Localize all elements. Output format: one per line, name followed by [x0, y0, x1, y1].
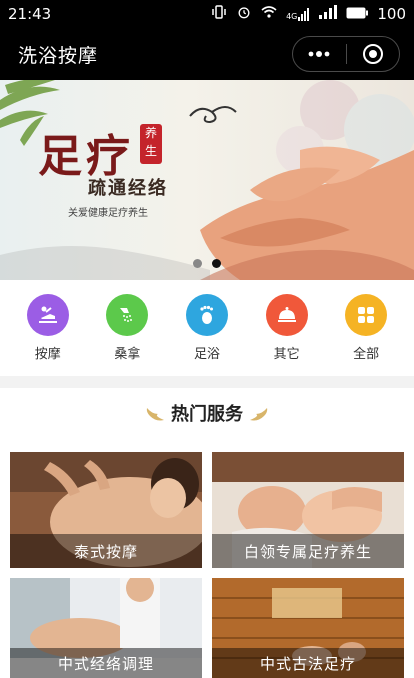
category-label: 桑拿: [114, 347, 141, 362]
hot-services-title: 热门服务: [171, 404, 243, 425]
battery-level: 100: [377, 5, 406, 23]
target-close-icon: [362, 44, 383, 64]
massage-icon: [26, 294, 69, 336]
category-label: 全部: [353, 347, 380, 362]
wifi-icon: [261, 5, 277, 23]
banner-tag: 养生: [140, 124, 162, 164]
more-dots-icon: [308, 51, 330, 57]
category-label: 按摩: [34, 347, 61, 362]
service-card-ancient-foot[interactable]: 中式古法足疗: [212, 578, 404, 678]
carousel-dot-1[interactable]: [193, 259, 202, 268]
sauna-shower-icon: [106, 294, 149, 336]
category-grid: 按摩 桑拿 足浴 其它 全部: [0, 280, 414, 376]
category-label: 其它: [273, 347, 300, 362]
category-label: 足浴: [193, 347, 220, 362]
status-time: 21:43: [8, 5, 52, 23]
category-item-other[interactable]: 其它: [255, 294, 319, 362]
status-bar: 21:43 4G 100: [0, 0, 414, 28]
category-item-all[interactable]: 全部: [334, 294, 398, 362]
category-item-foot-bath[interactable]: 足浴: [175, 294, 239, 362]
service-label: 泰式按摩: [10, 534, 202, 568]
food-cover-icon: [265, 294, 308, 336]
service-card-thai-massage[interactable]: 泰式按摩: [10, 452, 202, 568]
carousel-dot-2[interactable]: [212, 259, 221, 268]
wing-right-icon: [250, 408, 268, 421]
page-title: 洗浴按摩: [18, 44, 99, 67]
alarm-icon: [236, 5, 252, 23]
nav-bar: 洗浴按摩: [0, 28, 414, 80]
category-item-sauna[interactable]: 桑拿: [95, 294, 159, 362]
service-label: 中式经络调理: [10, 648, 202, 678]
close-button[interactable]: [347, 37, 400, 71]
vibrate-icon: [211, 5, 227, 23]
hot-services-section: 热门服务 泰式按摩 白领专属足疗养生 中式经络调理 中式古法足疗: [0, 388, 414, 678]
service-card-meridian[interactable]: 中式经络调理: [10, 578, 202, 678]
network-4g-icon: 4G: [286, 7, 310, 21]
service-card-foot-care[interactable]: 白领专属足疗养生: [212, 452, 404, 568]
category-item-massage[interactable]: 按摩: [16, 294, 80, 362]
grid-icon: [345, 294, 388, 336]
mini-program-capsule: [292, 36, 400, 72]
foot-icon: [185, 294, 228, 336]
battery-icon: [346, 5, 369, 23]
more-button[interactable]: [293, 37, 346, 71]
banner-carousel[interactable]: 足疗 养生 疏通经络 关爱健康足疗养生: [0, 80, 414, 280]
service-label: 白领专属足疗养生: [212, 534, 404, 568]
banner-caption: 关爱健康足疗养生: [68, 208, 148, 219]
signal-icon: [319, 5, 338, 23]
carousel-indicator: [193, 259, 221, 268]
service-label: 中式古法足疗: [212, 648, 404, 678]
banner-subtitle: 疏通经络: [88, 178, 168, 199]
